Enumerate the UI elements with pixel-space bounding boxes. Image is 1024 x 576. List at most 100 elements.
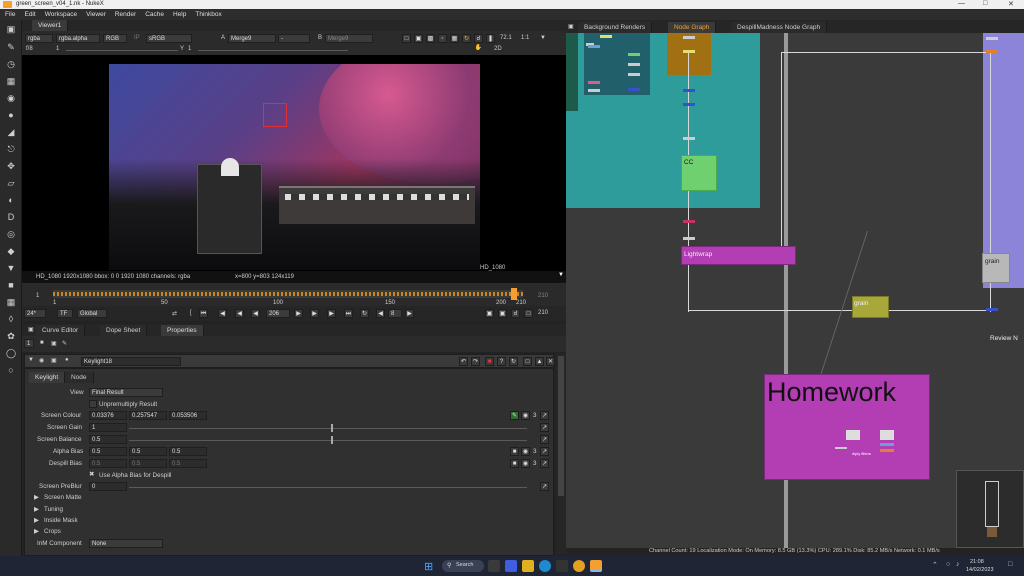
plugin-nodes-icon[interactable]: ◊ <box>5 314 17 325</box>
flipbook-icon[interactable]: ▣ <box>485 309 494 318</box>
clear-panels-icon[interactable]: ■ <box>40 340 44 346</box>
overlay-icon[interactable]: ▫ <box>438 34 447 43</box>
tray-arrow-icon[interactable]: ⌃ <box>932 561 938 569</box>
node-dot-11[interactable] <box>683 50 695 53</box>
tab-background-renders[interactable]: Background Renders <box>578 22 653 33</box>
menu-viewer[interactable]: Viewer <box>86 11 106 18</box>
homework-node-b[interactable] <box>880 430 894 440</box>
group-tuning[interactable]: Tuning <box>44 506 63 513</box>
homework-node-c[interactable] <box>880 443 894 446</box>
pixelfudger-nodes-icon[interactable]: ○ <box>5 365 17 376</box>
node-dot-9[interactable] <box>628 88 640 91</box>
despill-bias-b[interactable]: 0.5 <box>169 459 207 468</box>
network-icon[interactable]: ○ <box>946 561 950 568</box>
fps-field[interactable]: 24* <box>24 309 46 318</box>
float-icon[interactable]: □ <box>523 357 532 366</box>
float-panel-icon[interactable]: ▣ <box>51 340 57 347</box>
group-inside-mask[interactable]: Inside Mask <box>44 517 78 524</box>
node-color-icon[interactable]: ● <box>65 357 69 363</box>
grain-node-2[interactable]: grain <box>982 253 1010 283</box>
filter-nodes-icon[interactable]: ● <box>5 110 17 121</box>
view-mode[interactable]: 2D <box>494 46 502 52</box>
menu-render[interactable]: Render <box>115 11 136 18</box>
screen-colour-g[interactable]: 0.257547 <box>129 411 167 420</box>
screen-balance-slider[interactable] <box>129 440 527 441</box>
export-icon[interactable]: □ <box>524 309 533 318</box>
zoom-value[interactable]: 72.1 <box>500 35 512 41</box>
dark-green-backdrop[interactable] <box>566 33 578 111</box>
revert-icon[interactable]: ■ <box>485 357 494 366</box>
menu-cache[interactable]: Cache <box>145 11 164 18</box>
tf-select[interactable]: TF <box>57 309 73 318</box>
grain-node[interactable]: grain <box>852 296 889 318</box>
time-nodes-icon[interactable]: ◷ <box>5 59 17 70</box>
node-dot-10[interactable] <box>683 36 695 39</box>
next-frame-icon[interactable]: ▶ <box>310 309 319 318</box>
preblur-slider[interactable] <box>129 487 527 488</box>
color-wheel-icon[interactable]: ◉ <box>521 411 530 420</box>
loop-icon[interactable]: ⇄ <box>172 310 177 317</box>
alpha-bias-g[interactable]: 0.5 <box>129 447 167 456</box>
gamma-y-value[interactable]: 1 <box>188 46 191 52</box>
pane-menu-icon[interactable]: ▣ <box>568 23 574 30</box>
step-back-icon[interactable]: ◀ <box>376 309 385 318</box>
gizmo-nodes-icon[interactable]: ▦ <box>5 297 17 308</box>
menu-file[interactable]: File <box>5 11 15 18</box>
play-back-icon[interactable]: ◀ <box>251 309 260 318</box>
node-dot-14[interactable] <box>683 137 695 140</box>
menu-help[interactable]: Help <box>173 11 186 18</box>
metadata-nodes-icon[interactable]: ◎ <box>5 229 17 240</box>
edge-icon[interactable] <box>539 560 551 572</box>
color-picker-icon[interactable]: ✎ <box>510 411 519 420</box>
first-frame-icon[interactable]: ⏮ <box>199 309 208 318</box>
play-forward-icon[interactable]: ▶ <box>294 309 303 318</box>
windows-start-icon[interactable]: ⊞ <box>424 560 433 573</box>
node-dot-8[interactable] <box>588 89 600 92</box>
roi-icon[interactable]: □ <box>402 34 411 43</box>
screen-colour-anim-icon[interactable]: ↗ <box>540 411 549 420</box>
node-dot-5[interactable] <box>628 63 640 66</box>
node-dot-16[interactable] <box>683 237 695 240</box>
screen-gain-anim-icon[interactable]: ↗ <box>540 423 549 432</box>
alpha-bias-anim-icon[interactable]: ↗ <box>540 447 549 456</box>
screen-gain-field[interactable]: 1 <box>89 423 127 432</box>
view-select[interactable]: Final Result <box>89 388 163 397</box>
pen-icon[interactable]: ✎ <box>62 340 67 347</box>
alpha-bias-swatch-icon[interactable]: ■ <box>510 447 519 456</box>
scope-select[interactable]: Global <box>77 309 107 318</box>
step-forward-icon[interactable]: ▶ <box>405 309 414 318</box>
undo-icon[interactable]: ↶ <box>459 357 468 366</box>
alpha-bias-b[interactable]: 0.5 <box>169 447 207 456</box>
node-dot-3[interactable] <box>588 45 600 48</box>
tab-curve-editor[interactable]: Curve Editor <box>36 325 86 336</box>
clock-date[interactable]: 14/02/2023 <box>966 567 994 573</box>
node-graph-canvas[interactable]: CC Lightwrap grain grain Review N Homewo… <box>566 33 1024 548</box>
despill-bias-swatch-icon[interactable]: ■ <box>510 459 519 468</box>
node-dot-17[interactable] <box>986 37 998 40</box>
gamma-slider[interactable] <box>198 50 348 51</box>
node-name-field[interactable]: Keylight18 <box>81 357 181 366</box>
timeline-bar[interactable] <box>53 288 523 300</box>
node-dot-2[interactable] <box>600 35 612 38</box>
hand-icon[interactable]: ✋ <box>474 44 483 53</box>
scroll-thumb[interactable] <box>558 356 564 496</box>
furnace-nodes-icon[interactable]: ■ <box>5 280 17 291</box>
transform-nodes-icon[interactable]: ✥ <box>5 161 17 172</box>
screen-colour-r[interactable]: 0.03376 <box>89 411 127 420</box>
group-crops[interactable]: Crops <box>44 528 61 535</box>
alpha-bias-r[interactable]: 0.5 <box>89 447 127 456</box>
tab-despill-node-graph[interactable]: DespillMadness Node Graph <box>731 22 828 33</box>
cc-node[interactable]: CC <box>681 155 717 191</box>
preblur-anim-icon[interactable]: ↗ <box>540 482 549 491</box>
input-b-select[interactable]: Merge9 <box>325 34 373 43</box>
notifications-icon[interactable]: □ <box>1008 561 1012 568</box>
crops-arrow-icon[interactable]: ▶ <box>34 528 39 535</box>
other-nodes-icon[interactable]: ▼ <box>5 263 17 274</box>
toolsets-icon[interactable]: ◆ <box>5 246 17 257</box>
tab-node[interactable]: Node <box>65 372 94 383</box>
homework-backdrop[interactable]: Homework diply filters <box>764 374 930 480</box>
step-field[interactable]: 8 <box>388 309 402 318</box>
refresh-icon[interactable]: ↻ <box>462 34 471 43</box>
screen-balance-anim-icon[interactable]: ↗ <box>540 435 549 444</box>
grid-icon[interactable]: ▦ <box>450 34 459 43</box>
